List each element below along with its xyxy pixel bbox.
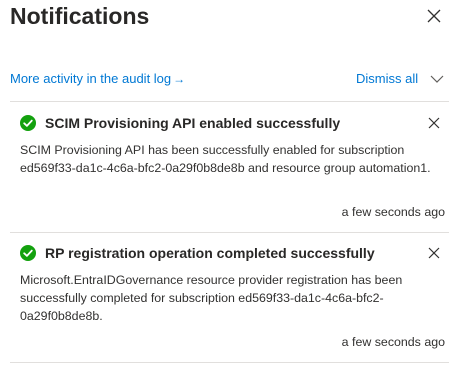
- close-icon: [424, 6, 444, 26]
- notification-title-row: RP registration operation completed succ…: [20, 243, 375, 263]
- dismiss-notification-button[interactable]: [427, 116, 441, 130]
- check-circle-icon: [20, 115, 36, 131]
- notification-description: Microsoft.EntraIDGovernance resource pro…: [20, 273, 403, 323]
- notifications-panel: Notifications More activity in the audit…: [0, 0, 463, 366]
- audit-log-link-label: More activity in the audit log: [10, 71, 172, 86]
- notification-timestamp: a few seconds ago: [341, 335, 445, 349]
- check-circle-icon: [20, 245, 36, 261]
- notification-timestamp: a few seconds ago: [341, 205, 445, 219]
- notification-title: SCIM Provisioning API enabled successful…: [45, 115, 341, 131]
- notification-item[interactable]: RP registration operation completed succ…: [10, 243, 449, 361]
- notification-title: RP registration operation completed succ…: [45, 245, 375, 261]
- chevron-down-icon[interactable]: [430, 72, 444, 86]
- arrow-right-icon: →: [173, 72, 186, 86]
- notification-description: SCIM Provisioning API has been successfu…: [20, 143, 431, 175]
- dismiss-notification-button[interactable]: [427, 246, 441, 260]
- close-icon: [427, 116, 441, 130]
- page-title: Notifications: [10, 3, 150, 29]
- close-panel-button[interactable]: [424, 6, 444, 26]
- close-icon: [427, 246, 441, 260]
- notification-item[interactable]: SCIM Provisioning API enabled successful…: [10, 113, 449, 231]
- divider: [10, 232, 449, 233]
- divider: [10, 101, 449, 102]
- dismiss-all-label: Dismiss all: [356, 71, 419, 86]
- dismiss-all-button[interactable]: Dismiss all: [356, 70, 444, 88]
- audit-log-link[interactable]: More activity in the audit log →: [10, 70, 185, 88]
- divider: [10, 362, 449, 363]
- notification-title-row: SCIM Provisioning API enabled successful…: [20, 113, 340, 133]
